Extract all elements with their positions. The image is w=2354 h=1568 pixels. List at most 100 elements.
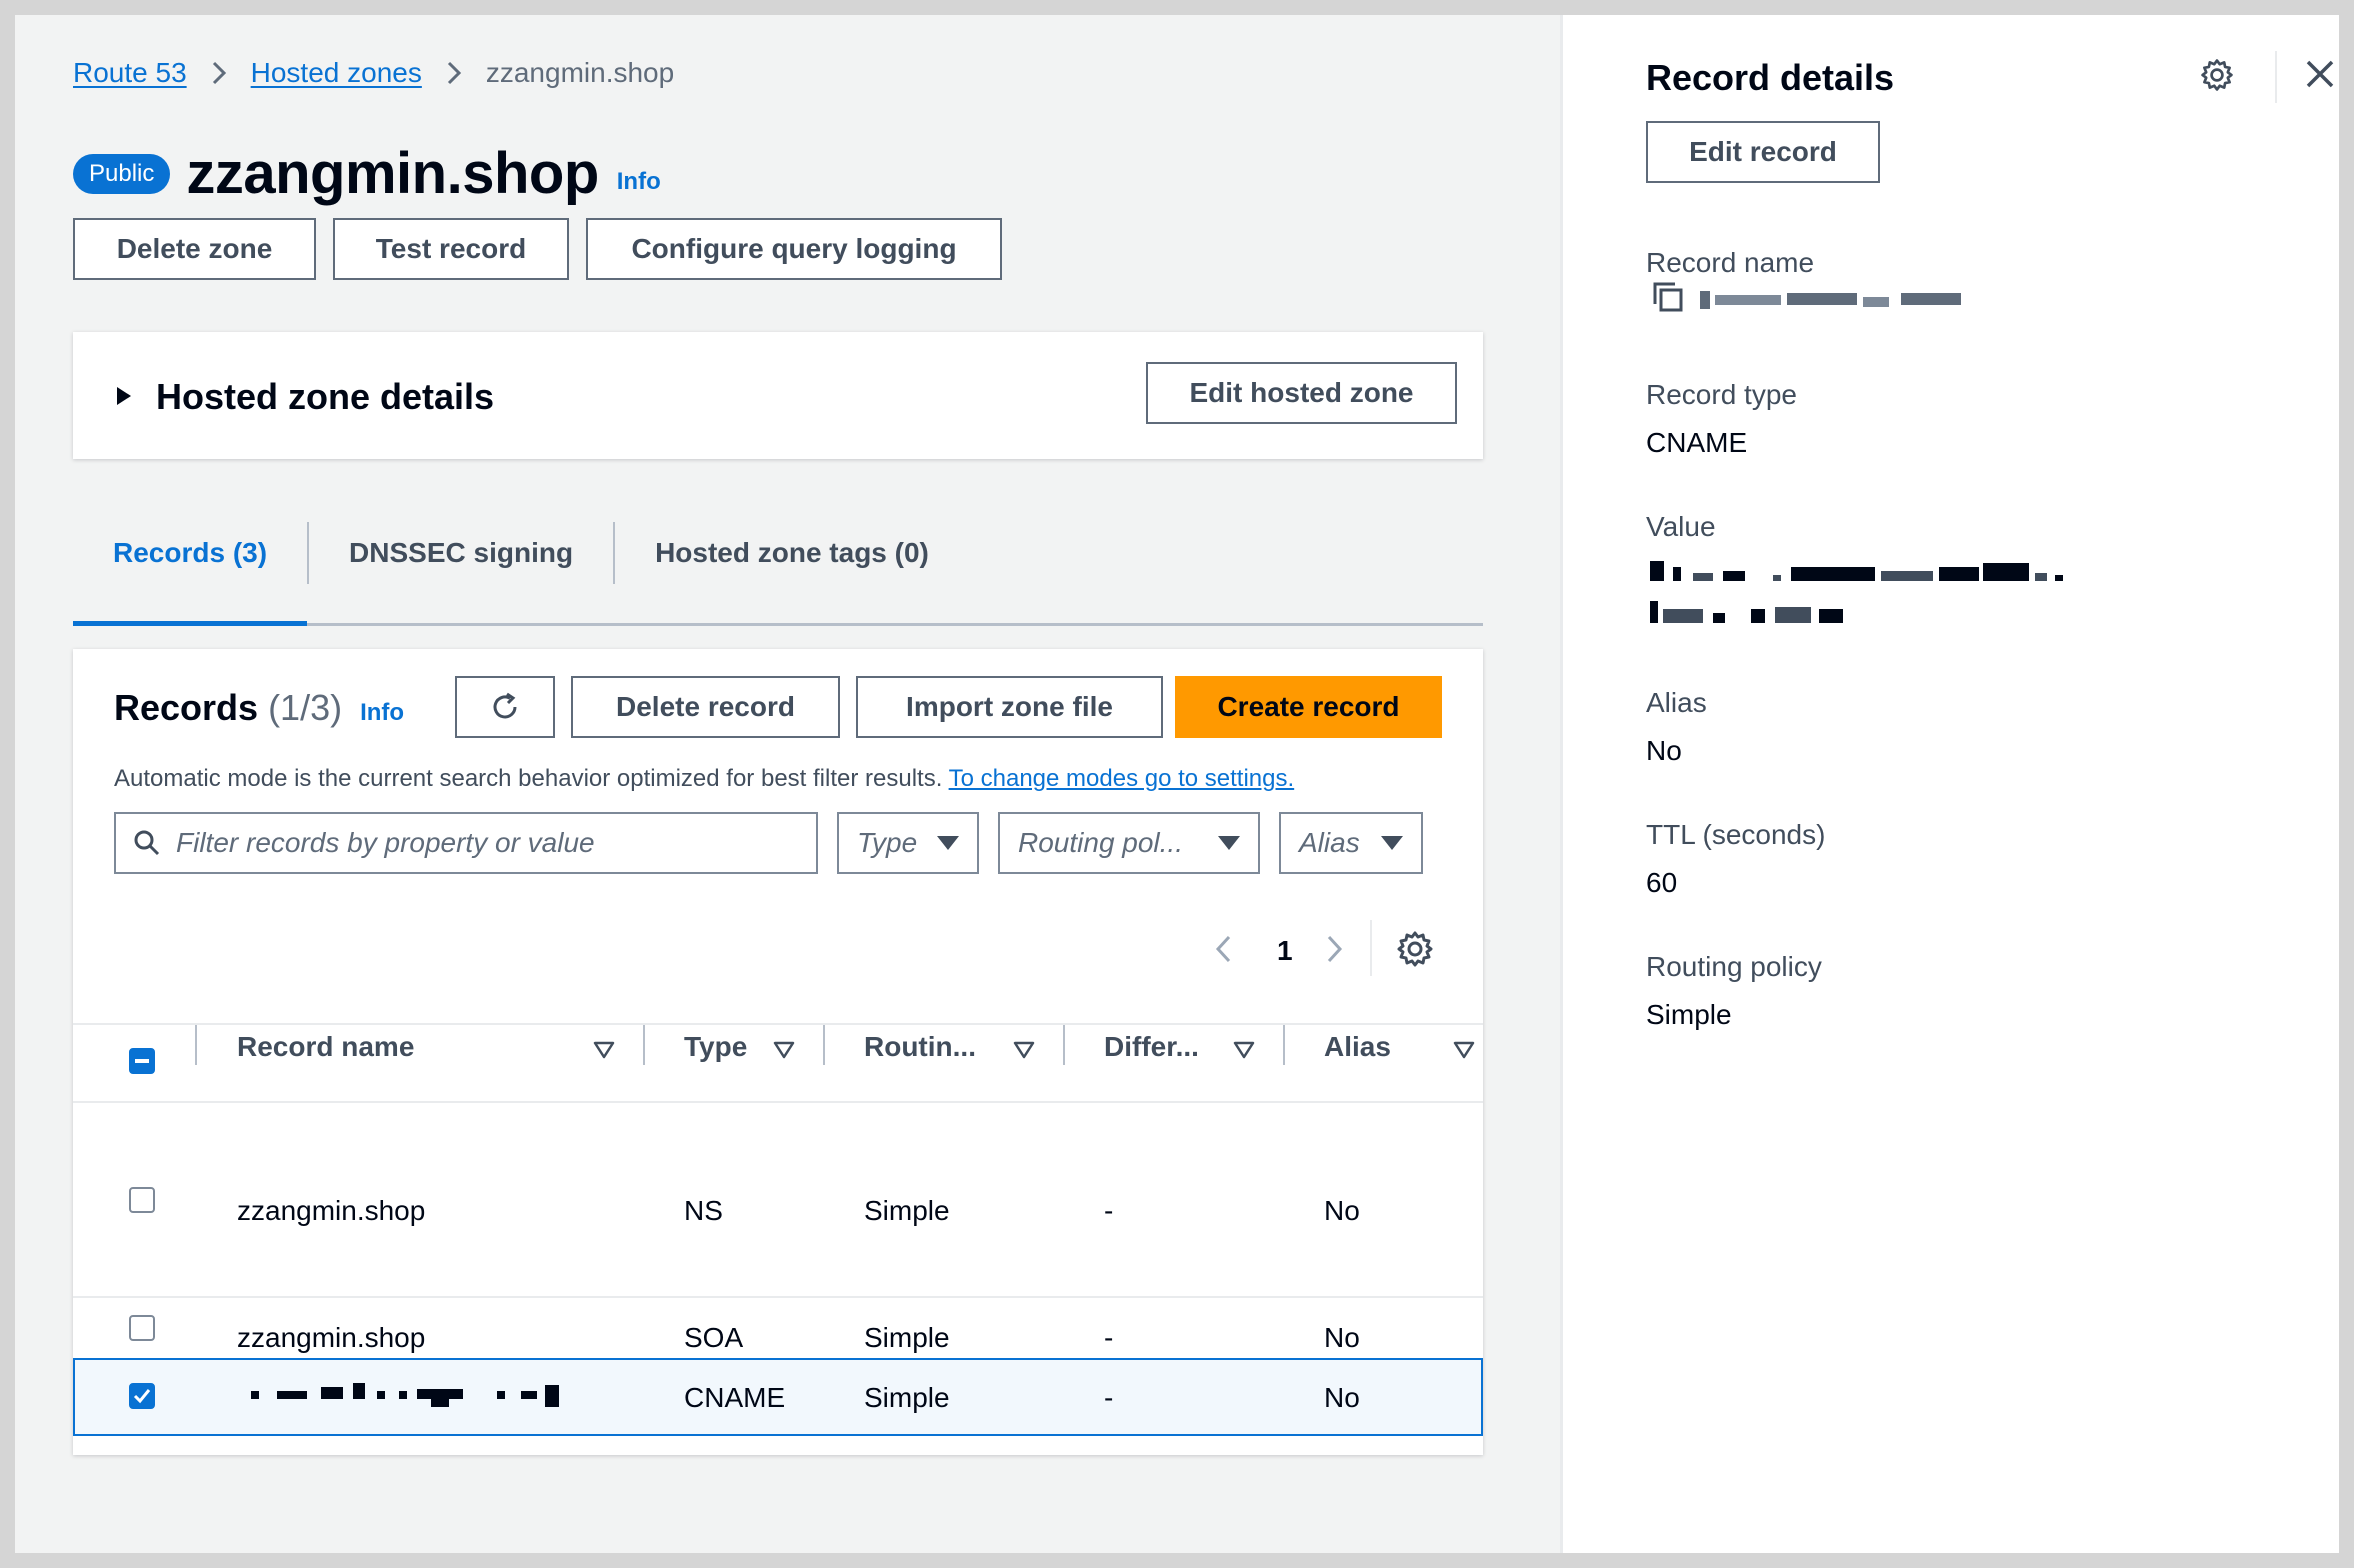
sort-caret-icon[interactable] (1233, 1039, 1255, 1061)
routing-policy-value: Simple (1646, 999, 1732, 1030)
tabs: Records (3) DNSSEC signing Hosted zone t… (73, 483, 1483, 626)
preferences-gear-icon[interactable] (2199, 57, 2235, 93)
sort-caret-icon[interactable] (1013, 1039, 1035, 1061)
header-bottom-border (73, 1101, 1483, 1103)
record-name-cell[interactable]: zzangmin.shop (237, 1322, 425, 1354)
select-all-checkbox[interactable] (129, 1048, 155, 1074)
type-filter-select[interactable]: Type (837, 812, 979, 874)
column-divider (195, 1025, 197, 1065)
routing-policy-filter-select[interactable]: Routing pol... (998, 812, 1260, 874)
public-badge: Public (73, 153, 171, 194)
checkmark-icon (133, 1389, 151, 1404)
breadcrumb-route53[interactable]: Route 53 (73, 57, 187, 89)
column-header-record-name[interactable]: Record name (237, 1031, 414, 1063)
caret-down-icon (1381, 836, 1403, 850)
close-icon[interactable] (2303, 57, 2337, 91)
column-header-alias[interactable]: Alias (1324, 1031, 1391, 1063)
row-checkbox-checked[interactable] (129, 1383, 155, 1409)
copy-icon[interactable] (1650, 279, 1686, 315)
delete-record-button[interactable]: Delete record (571, 676, 840, 738)
records-title: Records (114, 687, 259, 728)
configure-query-logging-button[interactable]: Configure query logging (586, 218, 1002, 280)
refresh-button[interactable] (455, 676, 555, 738)
hosted-zone-details-panel: Hosted zone details Edit hosted zone (73, 332, 1483, 459)
import-zone-file-button[interactable]: Import zone file (856, 676, 1163, 738)
type-filter-label: Type (857, 827, 918, 858)
column-divider[interactable] (823, 1025, 825, 1065)
alias-cell: No (1324, 1195, 1360, 1226)
row-checkbox[interactable] (129, 1315, 155, 1341)
page-header: Public zzangmin.shop Info (73, 140, 661, 207)
sort-caret-icon[interactable] (773, 1039, 795, 1061)
breadcrumb: Route 53 Hosted zones zzangmin.shop (73, 57, 674, 89)
chevron-right-icon (212, 61, 226, 85)
record-details-title: Record details (1646, 57, 1895, 98)
column-header-routing[interactable]: Routin... (864, 1031, 976, 1063)
hosted-zone-details-title[interactable]: Hosted zone details (156, 376, 494, 418)
record-type-cell: CNAME (684, 1382, 786, 1413)
record-name-cell[interactable]: zzangmin.shop (237, 1195, 425, 1227)
column-header-type[interactable]: Type (684, 1031, 747, 1063)
caret-down-icon (937, 836, 959, 850)
differentiator-cell: - (1104, 1195, 1114, 1226)
delete-zone-button[interactable]: Delete zone (73, 218, 316, 280)
header-divider (2275, 51, 2277, 103)
search-mode-description: Automatic mode is the current search beh… (114, 765, 943, 792)
routing-cell: Simple (864, 1382, 950, 1413)
tab-hosted-zone-tags[interactable]: Hosted zone tags (0) (615, 483, 969, 623)
chevron-right-icon (447, 61, 461, 85)
column-divider[interactable] (1283, 1025, 1285, 1065)
alias-value: No (1646, 735, 1682, 766)
row-checkbox[interactable] (129, 1187, 155, 1213)
alias-filter-select[interactable]: Alias (1279, 812, 1423, 874)
sort-caret-icon[interactable] (593, 1039, 615, 1061)
refresh-icon (493, 692, 517, 719)
indeterminate-mark (135, 1059, 149, 1063)
record-details-panel: Record details Edit record Record name R… (1560, 15, 2339, 1553)
edit-hosted-zone-button[interactable]: Edit hosted zone (1146, 362, 1457, 424)
app-frame: Route 53 Hosted zones zzangmin.shop Publ… (15, 15, 2339, 1553)
chevron-right-icon[interactable] (1320, 932, 1348, 966)
value-label: Value (1646, 511, 1716, 542)
routing-cell: Simple (864, 1195, 950, 1226)
page-title: zzangmin.shop (186, 141, 599, 206)
table-top-border (73, 1023, 1483, 1025)
settings-link[interactable]: To change modes go to settings. (949, 765, 1295, 792)
alias-label: Alias (1646, 687, 1707, 718)
ttl-label: TTL (seconds) (1646, 819, 1826, 850)
info-link[interactable]: Info (617, 168, 661, 196)
column-divider[interactable] (1063, 1025, 1065, 1065)
search-icon (134, 830, 160, 856)
test-record-button[interactable]: Test record (333, 218, 569, 280)
column-divider[interactable] (643, 1025, 645, 1065)
tab-dnssec-signing[interactable]: DNSSEC signing (309, 483, 613, 623)
record-type-value: CNAME (1646, 427, 1748, 458)
record-type-cell: NS (684, 1195, 723, 1226)
records-heading: Records (1/3) Info (114, 687, 404, 729)
tab-records[interactable]: Records (3) (73, 483, 308, 626)
column-header-differentiator[interactable]: Differ... (1104, 1031, 1199, 1063)
alias-cell: No (1324, 1322, 1360, 1353)
pagination-divider (1370, 920, 1372, 976)
settings-gear-icon[interactable] (1395, 929, 1435, 969)
differentiator-cell: - (1104, 1322, 1114, 1353)
row-divider (73, 1296, 1483, 1298)
record-name-label: Record name (1646, 247, 1815, 278)
breadcrumb-current: zzangmin.shop (485, 57, 675, 88)
routing-policy-label: Routing policy (1646, 951, 1822, 982)
page-number[interactable]: 1 (1277, 935, 1293, 967)
main-content: Route 53 Hosted zones zzangmin.shop Publ… (15, 15, 1587, 1553)
records-count: (1/3) (268, 687, 343, 728)
records-info-link[interactable]: Info (360, 699, 404, 727)
caret-right-icon[interactable] (117, 387, 131, 405)
sort-caret-icon[interactable] (1453, 1039, 1475, 1061)
ttl-value: 60 (1646, 867, 1678, 898)
edit-record-button[interactable]: Edit record (1646, 121, 1880, 183)
differentiator-cell: - (1104, 1382, 1114, 1413)
create-record-button[interactable]: Create record (1175, 676, 1442, 738)
chevron-left-icon[interactable] (1210, 932, 1238, 966)
breadcrumb-hosted-zones[interactable]: Hosted zones (251, 57, 422, 89)
alias-cell: No (1324, 1382, 1360, 1413)
filter-records-input[interactable]: Filter records by property or value (114, 812, 818, 874)
filter-placeholder: Filter records by property or value (176, 827, 595, 858)
